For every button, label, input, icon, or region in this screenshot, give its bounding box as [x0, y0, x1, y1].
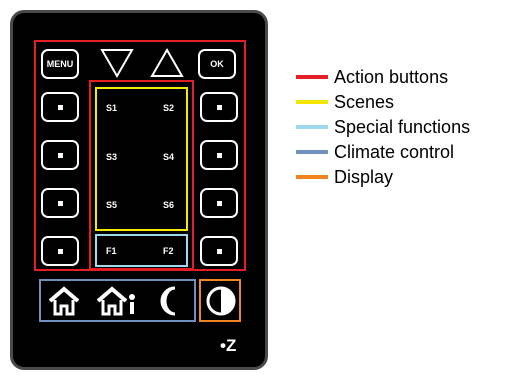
triangle-up-icon[interactable] [149, 46, 185, 85]
right-button-4[interactable] [200, 236, 238, 266]
remote-device: MENU OK S1 S2 S3 S4 S5 S6 F1 F2 •Z [10, 10, 268, 370]
legend-swatch [296, 175, 328, 179]
scene-s2[interactable]: S2 [163, 103, 174, 113]
triangle-down-icon[interactable] [99, 46, 135, 85]
scene-s6[interactable]: S6 [163, 200, 174, 210]
scene-s4[interactable]: S4 [163, 152, 174, 162]
brand-logo: •Z [220, 336, 237, 355]
legend-swatch [296, 75, 328, 79]
dot-icon [216, 200, 222, 206]
dot-icon [57, 248, 63, 254]
ok-button[interactable]: OK [198, 49, 236, 79]
legend-swatch [296, 100, 328, 104]
right-button-2[interactable] [200, 140, 238, 170]
legend-label: Action buttons [334, 66, 449, 87]
right-button-3[interactable] [200, 188, 238, 218]
legend-item-action-buttons: Action buttons [296, 66, 448, 88]
scene-s1[interactable]: S1 [106, 103, 117, 113]
legend-label: Special functions [334, 116, 471, 137]
house-person-icon[interactable] [95, 285, 141, 322]
moon-icon[interactable] [153, 285, 187, 322]
dot-icon [57, 152, 63, 158]
scene-s3[interactable]: S3 [106, 152, 117, 162]
house-icon[interactable] [47, 285, 81, 322]
function-f1[interactable]: F1 [106, 246, 117, 256]
ok-button-label: OK [210, 59, 224, 69]
legend-swatch [296, 150, 328, 154]
dot-icon [57, 104, 63, 110]
dot-icon [57, 200, 63, 206]
dot-icon [216, 104, 222, 110]
legend-label: Display [334, 166, 394, 187]
legend-item-scenes: Scenes [296, 91, 394, 113]
legend-label: Climate control [334, 141, 455, 162]
function-f2[interactable]: F2 [163, 246, 174, 256]
legend-item-display: Display [296, 166, 393, 188]
left-button-3[interactable] [41, 188, 79, 218]
menu-button-label: MENU [46, 59, 74, 69]
menu-button[interactable]: MENU [41, 49, 79, 79]
dot-icon [216, 248, 222, 254]
legend-item-climate-control: Climate control [296, 141, 454, 163]
right-button-1[interactable] [200, 92, 238, 122]
left-button-4[interactable] [41, 236, 79, 266]
scene-s5[interactable]: S5 [106, 200, 117, 210]
left-button-1[interactable] [41, 92, 79, 122]
legend-item-special-functions: Special functions [296, 116, 470, 138]
legend-swatch [296, 125, 328, 129]
left-button-2[interactable] [41, 140, 79, 170]
legend-label: Scenes [334, 91, 395, 112]
half-circle-icon[interactable] [205, 285, 237, 322]
dot-icon [216, 152, 222, 158]
